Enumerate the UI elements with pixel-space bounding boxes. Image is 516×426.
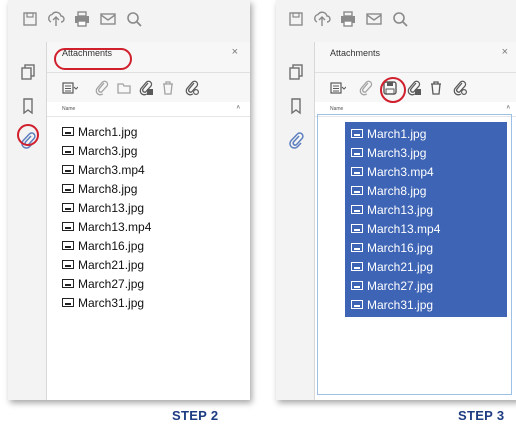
list-item[interactable]: March16.jpg [62,236,151,255]
list-item-selected[interactable]: March8.jpg [345,181,507,200]
zoom-icon[interactable] [124,9,144,29]
video-file-icon [62,165,74,174]
list-item[interactable]: March27.jpg [62,274,151,293]
list-item-selected[interactable]: March21.jpg [345,257,507,276]
file-list: March1.jpg March3.jpg March3.mp4 March8.… [62,122,151,312]
step-3-label: STEP 3 [458,408,505,423]
email-icon[interactable] [364,9,384,29]
pages-icon[interactable] [19,62,37,82]
attachments-pane: Attachments × Name ˄ March1.jpg March3.j… [46,42,250,400]
image-file-icon [351,262,363,271]
image-file-icon [62,279,74,288]
image-file-icon [62,298,74,307]
open-attachment-icon[interactable] [115,79,133,97]
attachment-list: Name ˄ March1.jpg March3.jpg March3.mp4 … [47,102,250,400]
list-item[interactable]: March8.jpg [62,179,151,198]
image-file-icon [62,184,74,193]
zoom-icon[interactable] [390,9,410,29]
file-list-selected: March1.jpg March3.jpg March3.mp4 March8.… [345,122,507,317]
search-attachment-icon[interactable] [451,79,469,97]
list-item[interactable]: March13.jpg [62,198,151,217]
attachments-pane: Attachments × Name ˄ March1.jpg March3.j… [314,42,516,400]
list-item-selected[interactable]: March3.mp4 [345,162,507,181]
attachment-icon[interactable] [287,130,305,150]
list-item-selected[interactable]: March31.jpg [345,295,507,314]
attachment-list: Name ˄ March1.jpg March3.jpg March3.mp4 … [315,102,516,400]
image-file-icon [351,243,363,252]
image-file-icon [351,186,363,195]
attachments-title: Attachments [330,48,381,58]
email-icon[interactable] [98,9,118,29]
delete-attachment-icon[interactable] [159,79,177,97]
name-column-header[interactable]: Name ˄ [315,102,516,117]
step-2-label: STEP 2 [172,408,219,423]
image-file-icon [62,146,74,155]
delete-attachment-icon[interactable] [427,79,445,97]
upload-icon[interactable] [46,9,66,29]
save-icon[interactable] [286,9,306,29]
attachment-toolbar [47,72,250,104]
bookmark-icon[interactable] [287,96,305,116]
main-toolbar [8,6,250,32]
open-attachment-icon[interactable] [405,79,423,97]
list-item-selected[interactable]: March1.jpg [345,124,507,143]
main-toolbar [276,6,516,32]
step2-panel: Attachments × Name ˄ March1.jpg March3.j… [8,0,250,400]
attachment-toolbar [315,72,516,104]
image-file-icon [351,281,363,290]
image-file-icon [351,300,363,309]
list-item-selected[interactable]: March16.jpg [345,238,507,257]
step3-panel: Attachments × Name ˄ March1.jpg March3.j… [276,0,516,400]
image-file-icon [351,148,363,157]
navigation-sidebar [8,42,46,400]
bookmark-icon[interactable] [19,96,37,116]
add-attachment-icon[interactable] [93,79,111,97]
list-item-selected[interactable]: March27.jpg [345,276,507,295]
list-item[interactable]: March13.mp4 [62,217,151,236]
image-file-icon [62,203,74,212]
list-item[interactable]: March1.jpg [62,122,151,141]
video-file-icon [351,167,363,176]
navigation-sidebar [276,42,314,400]
list-item-selected[interactable]: March13.jpg [345,200,507,219]
name-column-header[interactable]: Name ˄ [47,102,250,117]
options-dropdown-icon[interactable] [329,79,347,97]
list-item-selected[interactable]: March13.mp4 [345,219,507,238]
pages-icon[interactable] [287,62,305,82]
image-file-icon [351,129,363,138]
list-item[interactable]: March21.jpg [62,255,151,274]
save-icon[interactable] [20,9,40,29]
list-item[interactable]: March3.mp4 [62,160,151,179]
upload-icon[interactable] [312,9,332,29]
search-attachment-icon[interactable] [183,79,201,97]
options-dropdown-icon[interactable] [61,79,79,97]
list-item[interactable]: March3.jpg [62,141,151,160]
image-file-icon [62,127,74,136]
close-pane-button[interactable]: × [232,46,238,58]
save-attachment-icon[interactable] [137,79,155,97]
image-file-icon [62,260,74,269]
image-file-icon [351,205,363,214]
video-file-icon [62,222,74,231]
add-attachment-icon[interactable] [357,79,375,97]
print-icon[interactable] [72,9,92,29]
video-file-icon [351,224,363,233]
list-item[interactable]: March31.jpg [62,293,151,312]
save-attachment-icon[interactable] [381,79,399,97]
attachments-title: Attachments [62,48,113,58]
list-item-selected[interactable]: March3.jpg [345,143,507,162]
attachment-icon[interactable] [19,130,37,150]
sort-caret-icon: ˄ [506,105,510,111]
close-pane-button[interactable]: × [502,46,508,58]
print-icon[interactable] [338,9,358,29]
sort-caret-icon: ˄ [236,105,240,111]
image-file-icon [62,241,74,250]
